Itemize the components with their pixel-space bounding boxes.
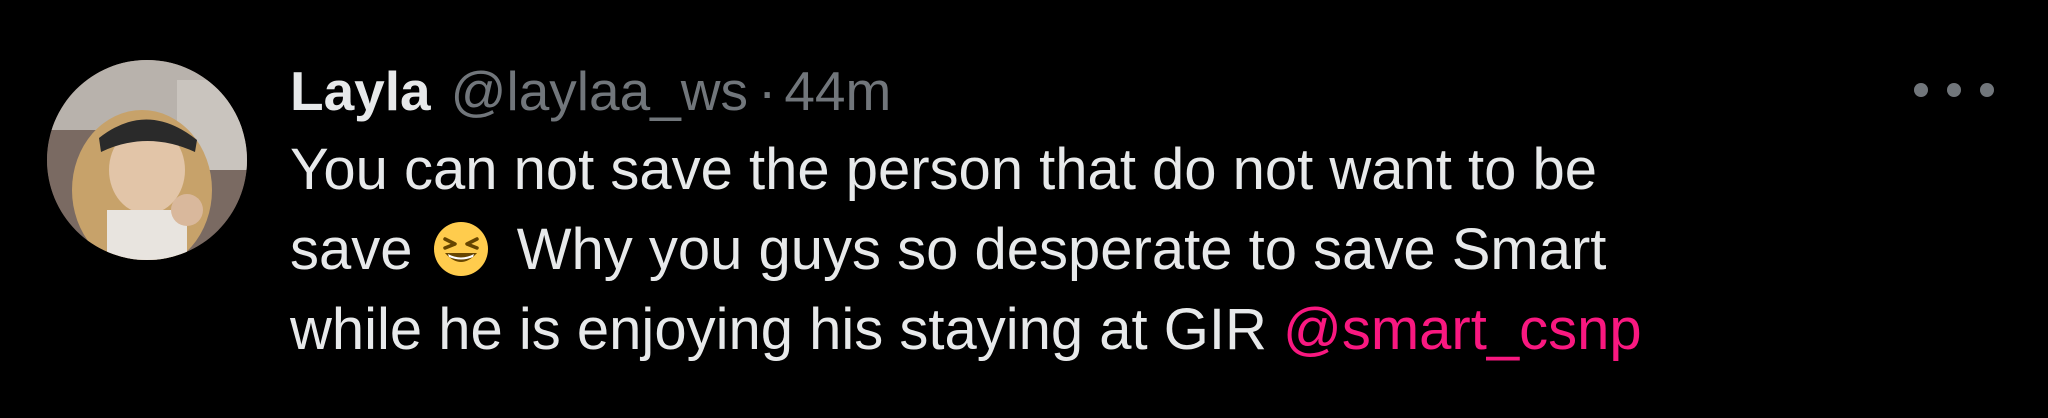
tweet-text-line-2-rest: Why you guys so desperate to save Smart xyxy=(516,217,1607,282)
tweet-text: You can not save the person that do not … xyxy=(290,130,1930,370)
more-horizontal-icon[interactable] xyxy=(1914,78,1994,102)
mention-link[interactable]: @smart_csnp xyxy=(1283,297,1642,362)
tweet[interactable]: Layla @laylaa_ws · 44m You can not save … xyxy=(0,0,2048,418)
avatar-photo xyxy=(47,60,247,260)
tweet-header: Layla @laylaa_ws · 44m xyxy=(290,56,1930,126)
grinning-squinting-face-emoji xyxy=(433,222,488,276)
tweet-text-save: save xyxy=(290,217,413,282)
separator-dot: · xyxy=(758,60,777,122)
more-dot-3 xyxy=(1980,83,1994,97)
tweet-text-line-3-text: while he is enjoying his staying at GIR xyxy=(290,297,1267,362)
avatar[interactable] xyxy=(47,60,247,260)
tweet-text-line-2: save Why you guys so desperate to save S… xyxy=(290,210,1930,290)
more-dot-1 xyxy=(1914,83,1928,97)
author-display-name[interactable]: Layla xyxy=(290,56,431,126)
author-handle[interactable]: @laylaa_ws xyxy=(451,56,748,126)
tweet-timestamp[interactable]: 44m xyxy=(784,56,891,126)
tweet-text-line-3: while he is enjoying his staying at GIR … xyxy=(290,290,1930,370)
tweet-content: Layla @laylaa_ws · 44m You can not save … xyxy=(290,56,1930,370)
more-dot-2 xyxy=(1947,83,1961,97)
tweet-text-line-1: You can not save the person that do not … xyxy=(290,137,1598,202)
